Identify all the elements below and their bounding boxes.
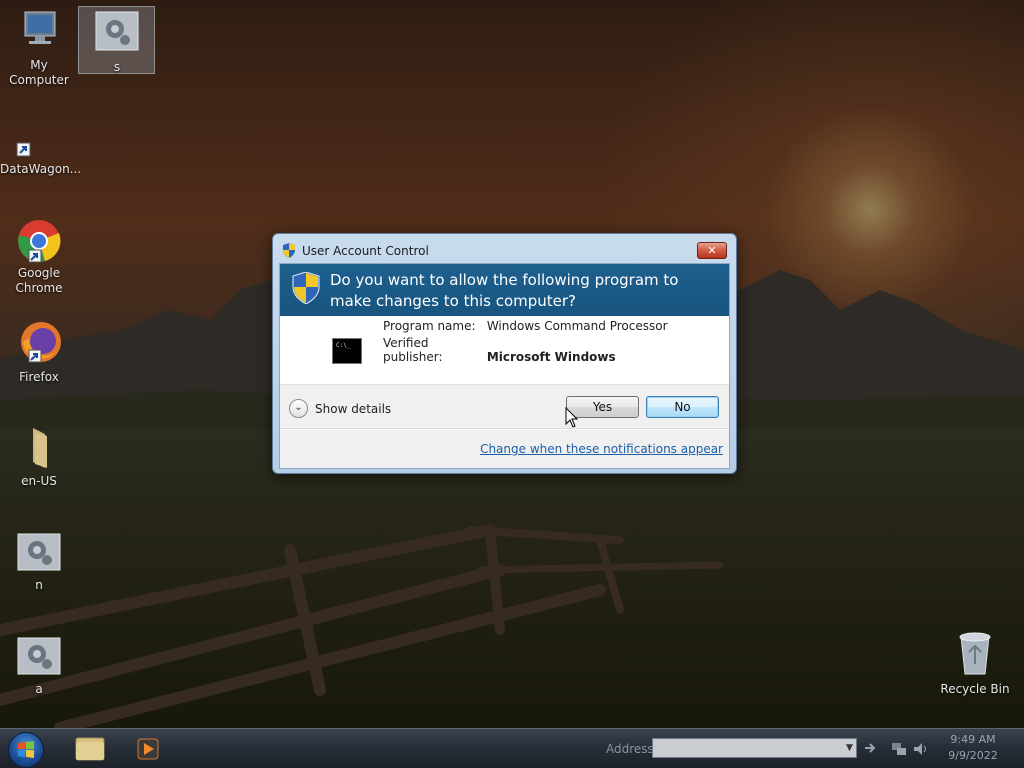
volume-icon[interactable] xyxy=(912,740,930,758)
desktop-icon-s[interactable]: s xyxy=(78,10,156,75)
chevron-down-icon[interactable]: ⌄ xyxy=(289,399,308,418)
uac-shield-icon xyxy=(292,272,320,304)
desktop-icon-en-us[interactable]: en-US xyxy=(0,424,78,489)
no-button[interactable]: No xyxy=(646,396,719,418)
address-input[interactable] xyxy=(652,738,857,758)
system-clock[interactable]: 9:49 AM 9/9/2022 xyxy=(940,732,1006,764)
desktop-icon-firefox[interactable]: Firefox xyxy=(0,318,78,385)
desktop-icon-recycle-bin[interactable]: Recycle Bin xyxy=(936,630,1014,697)
network-icon[interactable] xyxy=(890,740,908,758)
publisher-value: Microsoft Windows xyxy=(486,350,616,364)
uac-question: Do you want to allow the following progr… xyxy=(330,271,679,310)
desktop-icon-label: Recycle Bin xyxy=(940,682,1010,696)
windows-start-icon xyxy=(18,741,34,758)
computer-icon xyxy=(24,11,56,44)
mouse-pointer-icon xyxy=(565,407,579,428)
taskbar: Address ▼ 9:49 AM 9/9/2022 xyxy=(0,728,1024,768)
uac-shield-icon xyxy=(283,243,295,258)
uac-titlebar[interactable]: User Account Control ✕ xyxy=(273,234,736,262)
desktop-icon-label: My Computer xyxy=(9,58,69,87)
program-info: C:\_ Program name: Windows Command Proce… xyxy=(280,316,729,384)
uac-dialog: User Account Control ✕ Do you want to al… xyxy=(272,233,737,474)
uac-footer: Change when these notifications appear xyxy=(280,430,729,468)
settings-file-icon xyxy=(17,637,61,675)
close-button[interactable]: ✕ xyxy=(697,242,727,259)
settings-file-icon xyxy=(17,533,61,571)
desktop-icon-label: en-US xyxy=(21,474,57,488)
taskbar-media-player-button[interactable] xyxy=(120,732,176,766)
desktop-icon-label: n xyxy=(35,578,43,592)
desktop-icon-label: Google Chrome xyxy=(15,266,63,295)
desktop-icon-datawagon[interactable]: DataWagon... xyxy=(0,142,82,177)
program-name-row: Program name: Windows Command Processor xyxy=(383,319,668,333)
show-details-toggle[interactable]: Show details xyxy=(315,402,391,416)
desktop-icon-google-chrome[interactable]: Google Chrome xyxy=(0,218,78,296)
windows-start-button[interactable] xyxy=(8,732,44,768)
chevron-down-icon[interactable]: ▼ xyxy=(843,739,856,757)
publisher-label: Verified publisher: xyxy=(383,336,443,364)
desktop-icon-my-computer[interactable]: My Computer xyxy=(0,8,78,88)
publisher-row: Verified publisher: Microsoft Windows xyxy=(383,336,616,364)
media-player-icon xyxy=(137,738,159,760)
taskbar-explorer-button[interactable] xyxy=(62,732,118,766)
clock-date: 9/9/2022 xyxy=(948,749,998,762)
folder-icon xyxy=(75,737,105,761)
recycle-bin-icon xyxy=(959,632,991,675)
firefox-icon xyxy=(21,322,61,363)
desktop-icon-label: a xyxy=(35,682,43,696)
desktop-icon-a[interactable]: a xyxy=(0,636,78,697)
settings-file-icon xyxy=(95,11,139,51)
uac-actions: ⌄ Show details Yes No xyxy=(280,384,729,429)
desktop-icon-label: DataWagon... xyxy=(0,162,82,176)
program-name-value: Windows Command Processor xyxy=(486,319,668,333)
address-label: Address xyxy=(606,742,654,756)
change-notifications-link[interactable]: Change when these notifications appear xyxy=(480,442,723,456)
folder-icon xyxy=(33,428,47,468)
desktop-icon-label: Firefox xyxy=(19,370,59,384)
shortcut-arrow-icon xyxy=(16,142,31,157)
uac-header: Do you want to allow the following progr… xyxy=(280,264,729,316)
go-arrow-icon[interactable] xyxy=(862,739,880,757)
chrome-icon xyxy=(18,220,61,263)
uac-title: User Account Control xyxy=(302,244,429,258)
desktop-icon-label: s xyxy=(113,60,121,74)
uac-content: Do you want to allow the following progr… xyxy=(279,263,730,469)
program-name-label: Program name: xyxy=(383,319,476,333)
clock-time: 9:49 AM xyxy=(950,733,996,746)
command-prompt-icon: C:\_ xyxy=(332,338,362,364)
desktop-icon-n[interactable]: n xyxy=(0,532,78,593)
